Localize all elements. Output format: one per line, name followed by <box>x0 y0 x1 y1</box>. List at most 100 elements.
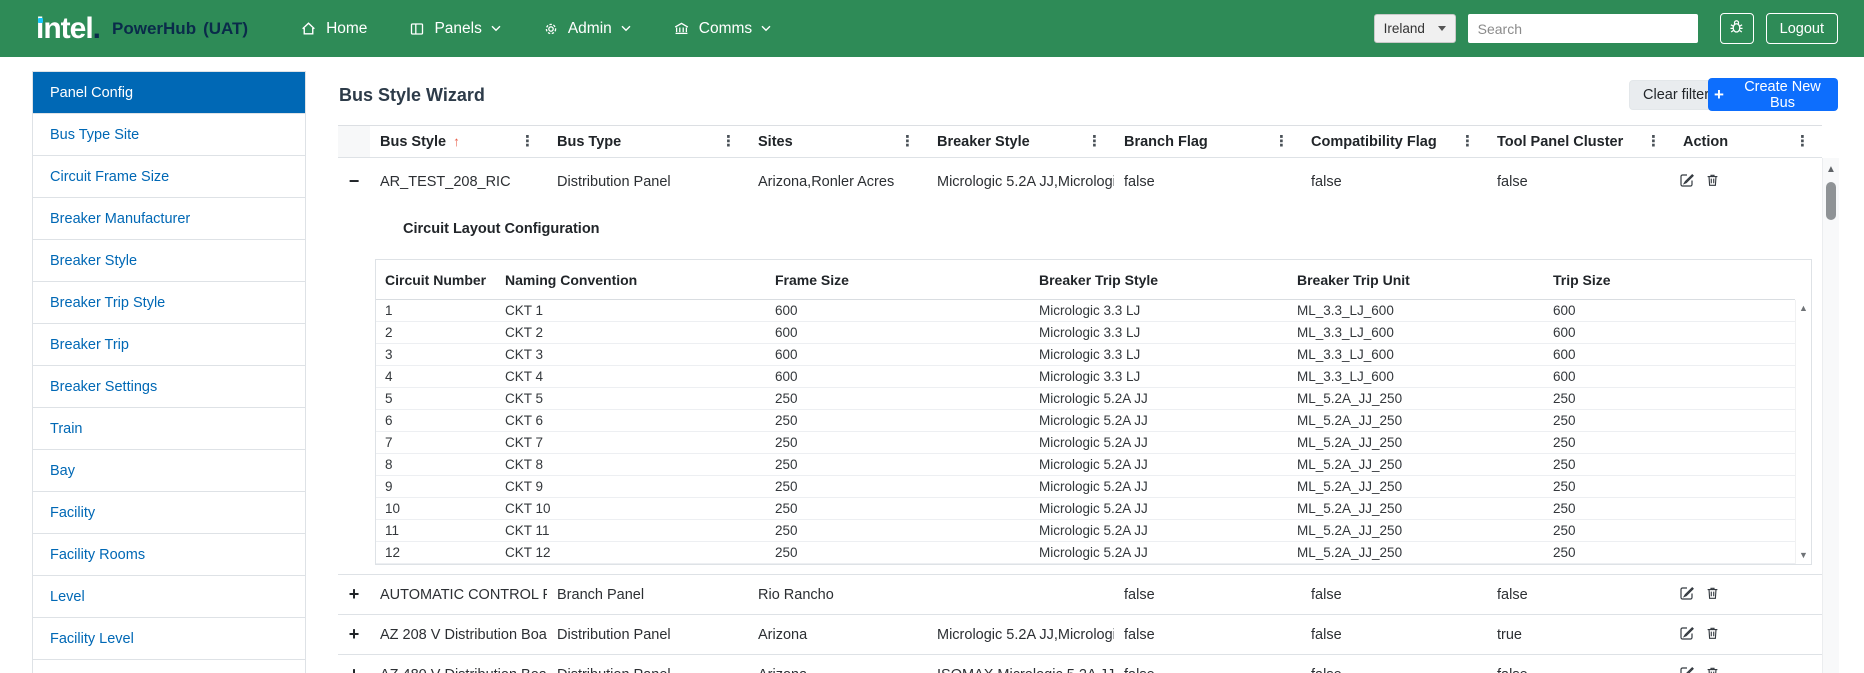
bus-table-row[interactable]: +AZ 480 V Distribution Boa...Distributio… <box>338 654 1822 673</box>
circuit-column-header-trip-size: Trip Size <box>1553 271 1611 288</box>
column-header-compatibility-flag[interactable]: Compatibility Flag ⋮ <box>1301 126 1487 157</box>
column-menu-icon[interactable]: ⋮ <box>1274 134 1289 149</box>
circuit-cell-breaker-trip-style: Micrologic 5.2A JJ <box>1039 457 1148 472</box>
column-header-sites[interactable]: Sites ⋮ <box>748 126 927 157</box>
circuit-cell-breaker-trip-style: Micrologic 3.3 LJ <box>1039 325 1141 340</box>
sidebar-item-label: Breaker Trip Style <box>50 294 166 311</box>
column-header-label: Bus Style <box>380 133 447 150</box>
sidebar-item-facility-level[interactable]: Facility Level <box>33 618 305 660</box>
edit-bus-button[interactable] <box>1679 665 1695 673</box>
column-menu-icon[interactable]: ⋮ <box>721 134 736 149</box>
table-vertical-scrollbar[interactable]: ▲ <box>1822 158 1839 673</box>
sidebar-item-panel-config[interactable]: Panel Config <box>33 72 305 114</box>
sidebar-item-facility-rooms[interactable]: Facility Rooms <box>33 534 305 576</box>
edit-bus-button[interactable] <box>1679 172 1695 192</box>
circuit-table-rows: 1 CKT 1 600 Micrologic 3.3 LJ ML_3.3_LJ_600 6… <box>376 300 1795 564</box>
sidebar-item-bus-type-site[interactable]: Bus Type Site <box>33 114 305 156</box>
column-header-label-wrap: Breaker Style <box>937 134 1030 150</box>
circuit-layout-title: Circuit Layout Configuration <box>403 221 600 237</box>
chevron-down-icon <box>621 25 631 32</box>
scrollbar-thumb[interactable] <box>1826 182 1836 220</box>
column-menu-icon[interactable]: ⋮ <box>520 134 535 149</box>
home-icon <box>300 20 317 37</box>
edit-icon <box>1679 585 1695 605</box>
edit-bus-button[interactable] <box>1679 585 1695 605</box>
expand-row-button[interactable]: + <box>338 575 370 614</box>
cell-tool-panel-cluster: true <box>1497 626 1522 643</box>
search-input[interactable] <box>1467 14 1698 43</box>
circuit-cell-circuit-number: 2 <box>385 325 393 340</box>
create-new-bus-button[interactable]: + Create New Bus <box>1708 78 1838 111</box>
logout-button[interactable]: Logout <box>1765 13 1838 44</box>
sidebar-item-label: Facility <box>50 504 96 521</box>
delete-bus-button[interactable] <box>1705 625 1720 645</box>
circuit-cell-frame-size: 600 <box>775 347 798 362</box>
nav-item-label: Admin <box>567 19 612 37</box>
column-header-breaker-style[interactable]: Breaker Style ⋮ <box>927 126 1114 157</box>
circuit-cell-breaker-trip-unit: ML_5.2A_JJ_250 <box>1297 435 1403 450</box>
column-header-tool-panel-cluster[interactable]: Tool Panel Cluster ⋮ <box>1487 126 1673 157</box>
sidebar-item-breaker-settings[interactable]: Breaker Settings <box>33 366 305 408</box>
scroll-up-icon[interactable]: ▲ <box>1799 304 1808 313</box>
nav-item-comms[interactable]: Comms <box>673 20 771 38</box>
expand-row-button[interactable]: + <box>338 655 370 673</box>
cell-compatibility-flag: false <box>1311 586 1342 603</box>
cell-action <box>1673 575 1822 614</box>
column-header-bus-type[interactable]: Bus Type ⋮ <box>547 126 748 157</box>
sidebar-item-bay[interactable]: Bay <box>33 450 305 492</box>
column-menu-icon[interactable]: ⋮ <box>1087 134 1102 149</box>
column-header-label: Compatibility Flag <box>1311 133 1437 150</box>
region-select[interactable]: Ireland <box>1373 14 1456 43</box>
bus-table-row[interactable]: + AUTOMATIC CONTROL P... Branch Panel Rio R… <box>338 574 1822 614</box>
sidebar-item-breaker-manufacturer[interactable]: Breaker Manufacturer <box>33 198 305 240</box>
nav-item-admin[interactable]: Admin <box>543 20 631 38</box>
sidebar-item-circuit-frame-size[interactable]: Circuit Frame Size <box>33 156 305 198</box>
circuit-row: 10 CKT 10 250 Micrologic 5.2A JJ ML_5.2A_JJ_… <box>376 498 1795 520</box>
delete-bus-button[interactable] <box>1705 665 1720 673</box>
bus-table-header-row: Bus Style ↑ ⋮ Bus Type ⋮ Sites ⋮ Breaker Style ⋮… <box>338 125 1822 158</box>
sidebar-item-breaker-trip[interactable]: Breaker Trip <box>33 324 305 366</box>
bus-table-row[interactable]: + AZ 208 V Distribution Boa... Distributio… <box>338 614 1822 654</box>
cell-breaker-style: Micrologic 5.2A JJ,Micrologic... <box>937 626 1114 643</box>
circuit-cell-breaker-trip-style: Micrologic 3.3 LJ <box>1039 303 1141 318</box>
cell-tool-panel-cluster: false <box>1497 586 1528 603</box>
column-header-bus-style[interactable]: Bus Style ↑ ⋮ <box>370 126 547 157</box>
bus-table-row[interactable]: − AR_TEST_208_RIC Distribution Panel Arizon… <box>338 158 1822 205</box>
column-menu-icon[interactable]: ⋮ <box>1795 134 1810 149</box>
circuit-cell-trip-size: 600 <box>1553 369 1576 384</box>
cell-breaker-style <box>927 575 1114 614</box>
sidebar-item-facility[interactable]: Facility <box>33 492 305 534</box>
delete-bus-button[interactable] <box>1705 585 1720 605</box>
sidebar-item-site[interactable]: Site <box>33 660 305 673</box>
sidebar-item-breaker-trip-style[interactable]: Breaker Trip Style <box>33 282 305 324</box>
circuit-cell-trip-size: 250 <box>1553 545 1576 560</box>
collapse-row-button[interactable]: − <box>338 158 370 205</box>
nav-item-home[interactable]: Home <box>300 20 367 38</box>
sidebar-item-breaker-style[interactable]: Breaker Style <box>33 240 305 282</box>
column-header-action[interactable]: Action ⋮ <box>1673 126 1822 157</box>
sidebar-item-label: Breaker Settings <box>50 378 158 395</box>
column-header-branch-flag[interactable]: Branch Flag ⋮ <box>1114 126 1301 157</box>
edit-bus-button[interactable] <box>1679 625 1695 645</box>
circuit-cell-naming-convention: CKT 2 <box>505 325 544 340</box>
cell-action <box>1673 655 1822 673</box>
column-menu-icon[interactable]: ⋮ <box>1460 134 1475 149</box>
cell-compatibility-flag: false <box>1311 626 1342 643</box>
sidebar-item-train[interactable]: Train <box>33 408 305 450</box>
cell-bus-type: Branch Panel <box>557 586 645 603</box>
bug-report-button[interactable] <box>1719 13 1754 44</box>
expand-row-button[interactable]: + <box>338 615 370 654</box>
scroll-down-icon[interactable]: ▼ <box>1799 551 1808 560</box>
sidebar-item-level[interactable]: Level <box>33 576 305 618</box>
scrollbar-up-icon[interactable]: ▲ <box>1823 164 1839 175</box>
circuit-cell-frame-size: 250 <box>775 479 798 494</box>
column-header-label: Action <box>1683 133 1729 150</box>
circuit-column-header-circuit-number: Circuit Number <box>385 271 487 288</box>
circuit-cell-breaker-trip-unit: ML_5.2A_JJ_250 <box>1297 479 1403 494</box>
bus-style-table: Bus Style ↑ ⋮ Bus Type ⋮ Sites ⋮ Breaker Style ⋮… <box>338 125 1822 673</box>
delete-bus-button[interactable] <box>1705 172 1720 192</box>
column-menu-icon[interactable]: ⋮ <box>900 134 915 149</box>
sidebar-item-label: Bay <box>50 462 75 479</box>
column-menu-icon[interactable]: ⋮ <box>1646 134 1661 149</box>
nav-item-panels[interactable]: Panels <box>409 20 501 38</box>
